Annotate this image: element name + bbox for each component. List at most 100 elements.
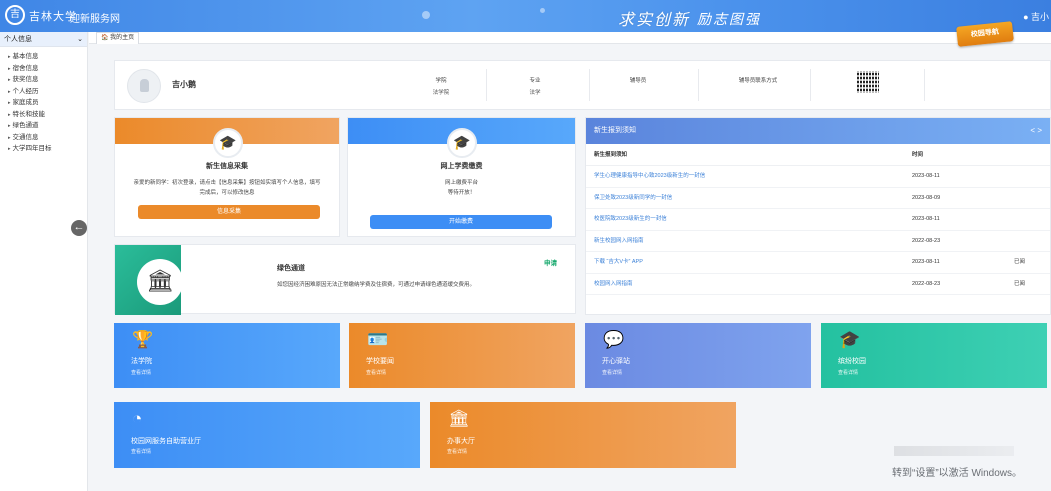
divider [810,69,811,101]
tab-home[interactable]: 🏠 我的主页 [96,32,140,44]
tab-home-label: 我的主页 [110,35,135,41]
info-collection-button[interactable]: 信息采集 [138,205,320,219]
tile-title: 缤纷校园 [838,358,866,365]
sidebar-item-transport[interactable]: 交通信息 [0,132,87,144]
field-label: 学院 [435,78,447,84]
notice-status: 已阅 [1014,280,1026,287]
sidebar-item-basic-info[interactable]: 基本信息 [0,51,87,63]
green-channel-text: 如您因经济困难原因无法正常缴纳学费及住宿费，可通过申请绿色通道缓交费用。 [277,282,476,288]
profile-field-major: 专业 法学 [495,75,575,99]
table-row[interactable]: 学生心理健康指导中心致2023级新生的一封信 2023-08-11 [586,166,1050,188]
home-icon: 🏠 [101,35,109,41]
notice-date: 2023-08-09 [912,194,941,201]
tile-school-news[interactable]: 🪪 学校要闻 查看详情 [349,323,575,388]
decorative-dot [540,8,545,13]
qr-code-icon[interactable] [857,71,879,93]
bank-icon: 🏛 [448,409,470,428]
notice-link[interactable]: 新生校园网入网指南 [594,231,644,253]
notice-link[interactable]: 下载 “吉大V卡” APP [594,252,643,274]
notice-date: 2023-08-11 [912,259,940,265]
chevron-down-icon: ⌄ [77,36,83,43]
sidebar-item-family[interactable]: 家庭成员 [0,97,87,109]
notice-link[interactable]: 校医院致2023级新生的一封信 [594,209,667,231]
notice-table-header: 新生报到须知 时间 [586,144,1050,166]
start-payment-button[interactable]: 开始缴费 [370,215,552,229]
divider [924,69,925,101]
slogan-1: 求实创新 [618,10,691,29]
tile-law-school[interactable]: 🏆 法学院 查看详情 [114,323,340,388]
slogan-2: 励志图强 [697,12,761,28]
notice-date: 2022-08-23 [912,280,941,287]
payment-title: 网上学费缴费 [440,163,483,170]
tile-title: 开心驿站 [602,358,630,365]
profile-field-counselor-contact: 辅导员联系方式 [715,75,801,87]
field-label: 辅导员联系方式 [738,78,778,84]
table-row[interactable]: 下载 “吉大V卡” APP 2023-08-11 已阅 [586,252,1050,274]
notice-link[interactable]: 校园网入网指南 [594,274,633,296]
student-name: 吉小鹅 [172,80,196,89]
sidebar-item-experience[interactable]: 个人经历 [0,86,87,98]
divider [698,69,699,101]
notice-link[interactable]: 保卫处致2023级新同学的一封信 [594,188,672,210]
notice-pager-arrows[interactable]: < > [1030,118,1042,144]
tab-bar: 🏠 我的主页 [89,32,1051,44]
profile-field-counselor: 辅导员 [598,75,678,87]
top-header: 吉 吉林大学 迎新服务网 求实创新 励志图强 ● 吉小 [0,0,1051,32]
tile-title: 办事大厅 [447,438,475,445]
column-time: 时间 [912,152,924,158]
graduation-globe-icon: 🎓 [447,128,477,158]
tile-subtitle: 查看详情 [602,370,623,376]
avatar [127,69,161,103]
info-collection-title: 新生信息采集 [206,163,248,170]
green-channel-title: 绿色通道 [277,265,305,272]
speedometer-icon: ◔ [132,409,143,428]
notice-header: 新生报到须知 < > [586,118,1050,144]
table-row[interactable]: 校园网入网指南 2022-08-23 已阅 [586,274,1050,296]
divider [486,69,487,101]
notice-date: 2022-08-23 [912,237,941,244]
tile-subtitle: 查看详情 [447,449,468,455]
system-name: 迎新服务网 [70,14,120,25]
tile-subtitle: 查看详情 [838,370,859,376]
sidebar-item-four-year-goals[interactable]: 大学四年目标 [0,143,87,155]
watermark-blur [894,446,1014,456]
profile-card: 吉小鹅 学院 法学院 专业 法学 辅导员 辅导员联系方式 [114,60,1051,110]
payment-text-1: 网上缴费平台 [444,180,478,186]
tile-subtitle: 查看详情 [131,449,152,455]
field-value: 法学院 [432,90,450,96]
online-payment-card: 🎓 网上学费缴费 网上缴费平台 等待开放！ 开始缴费 [347,117,576,237]
payment-text-2: 等待开放！ [447,190,476,196]
user-menu[interactable]: ● 吉小 [1023,10,1049,23]
sidebar-item-skills[interactable]: 特长和技能 [0,109,87,121]
notice-date: 2023-08-11 [912,216,940,222]
tile-service-hall[interactable]: 🏛 办事大厅 查看详情 [430,402,736,468]
table-row[interactable]: 保卫处致2023级新同学的一封信 2023-08-09 [586,188,1050,210]
table-row[interactable]: 新生校园网入网指南 2022-08-23 [586,231,1050,253]
trophy-icon: 🏆 [132,330,154,349]
collapse-sidebar-button[interactable]: ← [71,220,87,236]
green-channel-card: 🏛 绿色通道 如您因经济困难原因无法正常缴纳学费及住宿费，可通过申请绿色通道缓交… [114,244,576,315]
university-logo-icon[interactable]: 吉 [5,5,25,25]
graduation-globe-icon: 🎓 [213,128,243,158]
tile-title: 学校要闻 [366,358,394,365]
green-channel-apply-link[interactable]: 申请 [544,257,557,267]
sidebar-item-green-channel[interactable]: 绿色通道 [0,120,87,132]
windows-activation-watermark: 转到“设置”以激活 Windows。 [892,468,1023,479]
notice-link[interactable]: 学生心理健康指导中心致2023级新生的一封信 [594,166,705,188]
field-label: 辅导员 [629,78,647,84]
notice-status: 已阅 [1014,259,1026,265]
table-row[interactable]: 校医院致2023级新生的一封信 2023-08-11 [586,209,1050,231]
field-label: 专业 [529,78,541,84]
graduation-cap-icon: 🎓 [839,330,861,349]
field-value: 法学 [529,90,541,96]
tile-subtitle: 查看详情 [131,370,152,376]
sidebar-item-dorm-info[interactable]: 宿舍信息 [0,63,87,75]
tile-subtitle: 查看详情 [366,370,387,376]
tile-title: 法学院 [131,358,152,365]
sidebar-section-personal-info[interactable]: 个人信息 ⌄ [0,32,87,47]
sidebar-item-awards[interactable]: 获奖信息 [0,74,87,86]
message-icon: 💬 [603,330,625,349]
tile-colorful-campus[interactable]: 🎓 缤纷校园 查看详情 [821,323,1047,388]
tile-happy-station[interactable]: 💬 开心驿站 查看详情 [585,323,811,388]
tile-campus-network-service[interactable]: ◔ 校园网服务自助营业厅 查看详情 [114,402,420,468]
